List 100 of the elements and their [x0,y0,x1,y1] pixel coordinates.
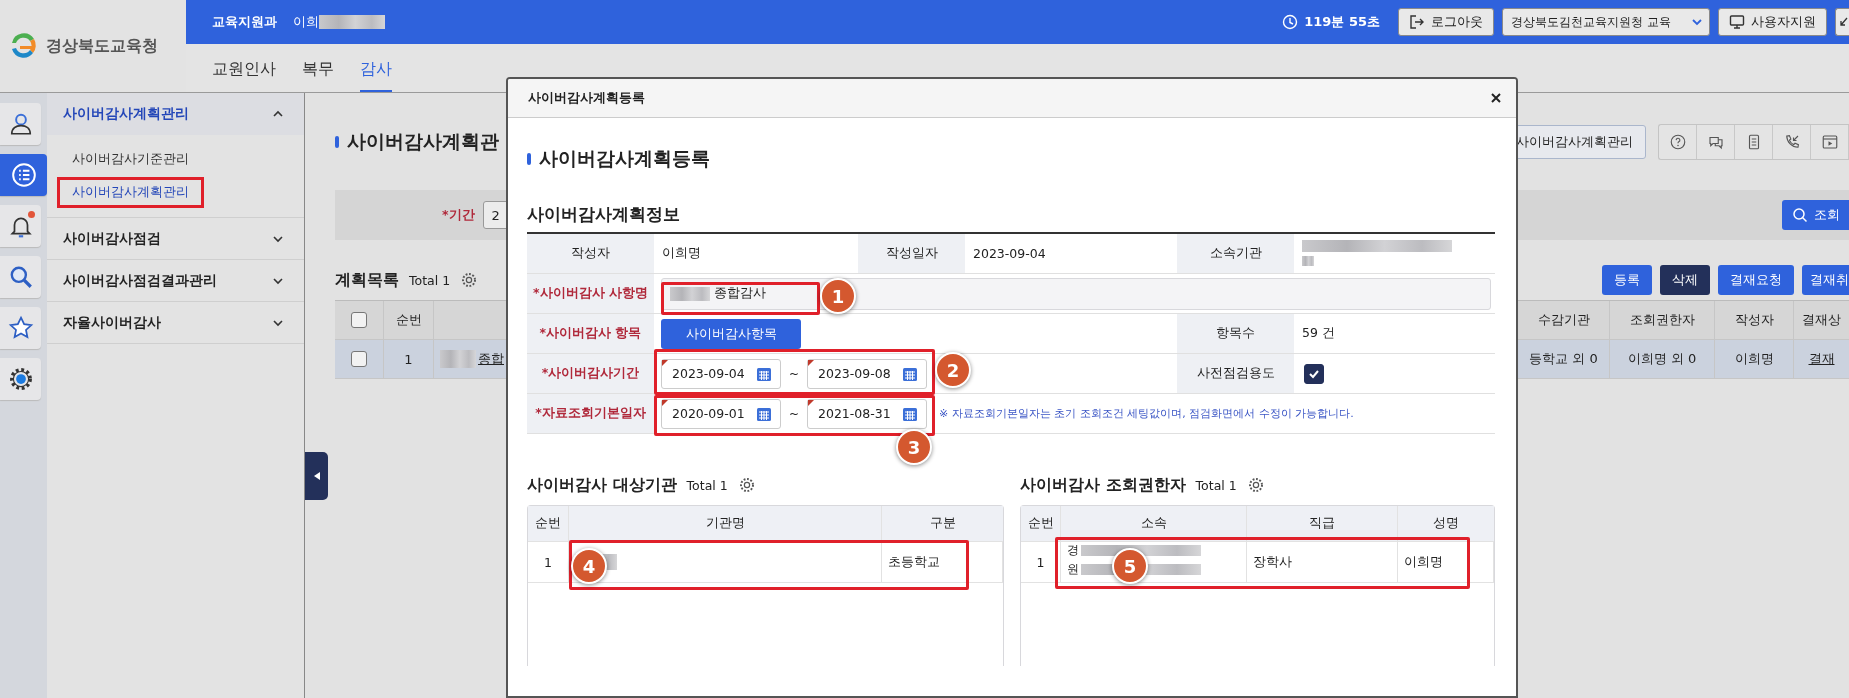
nav-tab[interactable]: 복무 [302,59,334,92]
field-label: 사전점검용도 [1177,354,1294,394]
table-cell: 장학사 [1247,542,1398,582]
table-cell: 이희명 [1398,542,1494,582]
total-count: Total 1 [1195,477,1237,493]
help-icon [1668,133,1687,151]
session-timer: 119분 55초 [1304,13,1380,31]
sidebar-tab[interactable] [0,358,41,400]
arrow-icon [1839,16,1849,28]
page-title: 사이버감사계획관 [347,129,499,154]
section-title: 계획목록 [335,269,399,291]
table-cell: 1 [1021,542,1061,582]
sidebar-tab[interactable] [0,256,41,298]
field-label: 작성자 [527,234,654,274]
field-label: *기간 [442,206,475,224]
menu-group[interactable]: 사이버감사계획관리 [47,93,304,135]
column-header: 조회권한자 [1610,301,1715,339]
sidebar-tab[interactable] [0,205,41,247]
table-cell: 이희명 [1715,340,1794,378]
user-name: 이희 [293,13,319,31]
table-cell: 이희명 외 0 [1610,340,1715,378]
column-header: 순번 [528,506,569,541]
items-button[interactable]: 사이버감사항목 [661,318,801,349]
table-cell: 1 [384,340,434,378]
checkbox[interactable] [351,312,367,328]
calendar-icon [756,405,772,422]
close-icon [1490,92,1502,104]
field-label: *사이버감사 사항명 [527,274,654,314]
menu-group[interactable]: 사이버감사점검결과관리 [47,260,304,302]
menu-item[interactable]: 사이버감사기준관리 [57,144,204,175]
settings-icon [460,271,479,289]
settings-icon [7,366,34,392]
organization-select[interactable]: 경상북도김천교육지원청 교육 [1502,8,1710,36]
total-count: Total 1 [409,272,451,288]
action-button[interactable]: 삭제 [1660,265,1710,295]
menu-group[interactable]: 자율사이버감사 [47,302,304,344]
number-badge: 5 [1112,548,1148,584]
date-field[interactable]: 2023-09-08 [807,358,927,389]
menu-item[interactable]: 사이버감사계획관리 [57,177,204,208]
user-support-button[interactable]: 사용자지원 [1718,8,1827,36]
section-title: 사이버감사 조회권한자 [1020,474,1186,496]
sidebar-tab[interactable] [0,307,41,349]
field-label: *사이버감사 항목 [527,314,654,354]
number-badge: 4 [571,548,607,584]
field-label: *사이버감사기간 [527,354,654,394]
field-label: 소속기관 [1177,234,1294,274]
column-header: 성명 [1432,514,1460,532]
logo-text: 경상북도교육청 [46,35,158,57]
action-button[interactable]: 결재요청 [1718,265,1794,295]
nav-tab[interactable]: 감사 [360,59,392,92]
sidebar-tab[interactable] [0,154,47,196]
date-field[interactable]: 2023-09-04 [661,358,781,389]
column-header: 기관명 [569,506,882,541]
table-cell: 경 [1067,542,1079,559]
search-button[interactable]: 조회 [1782,200,1849,230]
chevron-down-icon [1691,16,1703,28]
logout-button[interactable]: 로그아웃 [1398,8,1494,36]
calendar-icon [902,365,918,382]
logout-icon [1409,14,1425,30]
column-header: 구분 [928,514,957,532]
link[interactable]: 종합 [478,350,504,368]
dialog-title: 사이버감사계획등록 [528,89,645,107]
link[interactable]: 결재 [1808,350,1835,368]
range-separator: ~ [787,366,801,381]
column-header: 직급 [1247,506,1398,541]
expand-button[interactable] [1835,8,1849,36]
nav-tab[interactable]: 교원인사 [212,59,276,92]
action-button[interactable]: 등록 [1602,265,1652,295]
menu-group[interactable]: 사이버감사점검 [47,218,304,260]
action-button[interactable]: 결재취 [1802,265,1849,295]
total-count: Total 1 [686,477,728,493]
column-header: 소속 [1061,506,1247,541]
date-field[interactable]: 2020-09-01 [661,398,781,429]
section-title: 사이버감사 대상기관 [527,474,677,496]
column-header: 작성자 [1715,301,1794,339]
department-name: 교육지원과 [212,13,277,31]
monitor-icon [1729,14,1745,30]
clock-icon [1282,14,1299,30]
field-label: *자료조회기본일자 [527,394,654,434]
settings-icon [737,476,756,494]
field-label: 작성일자 [858,234,965,274]
column-header: 결재상 [1801,311,1842,329]
date-field[interactable]: 2021-08-31 [807,398,927,429]
table-cell: 초등학교 [882,542,1003,582]
number-badge: 3 [896,429,932,465]
section-title: 사이버감사계획정보 [527,203,681,226]
collapse-tab[interactable] [305,452,328,500]
list-icon [10,162,37,188]
column-header: 순번 [384,301,434,339]
redaction-block [440,350,476,368]
help-note: ※ 자료조회기본일자는 초기 조회조건 세팅값이며, 점검화면에서 수정이 가능합니다. [939,406,1354,421]
checkbox[interactable] [351,351,367,367]
redaction-block [319,15,385,29]
star-icon [7,315,34,341]
sidebar-tab[interactable] [0,103,41,145]
notification-dot [28,211,35,218]
checkbox[interactable] [1304,363,1324,384]
field-value: 59 건 [1294,314,1495,354]
table-cell: 원 [1067,561,1079,578]
range-separator: ~ [787,406,801,421]
